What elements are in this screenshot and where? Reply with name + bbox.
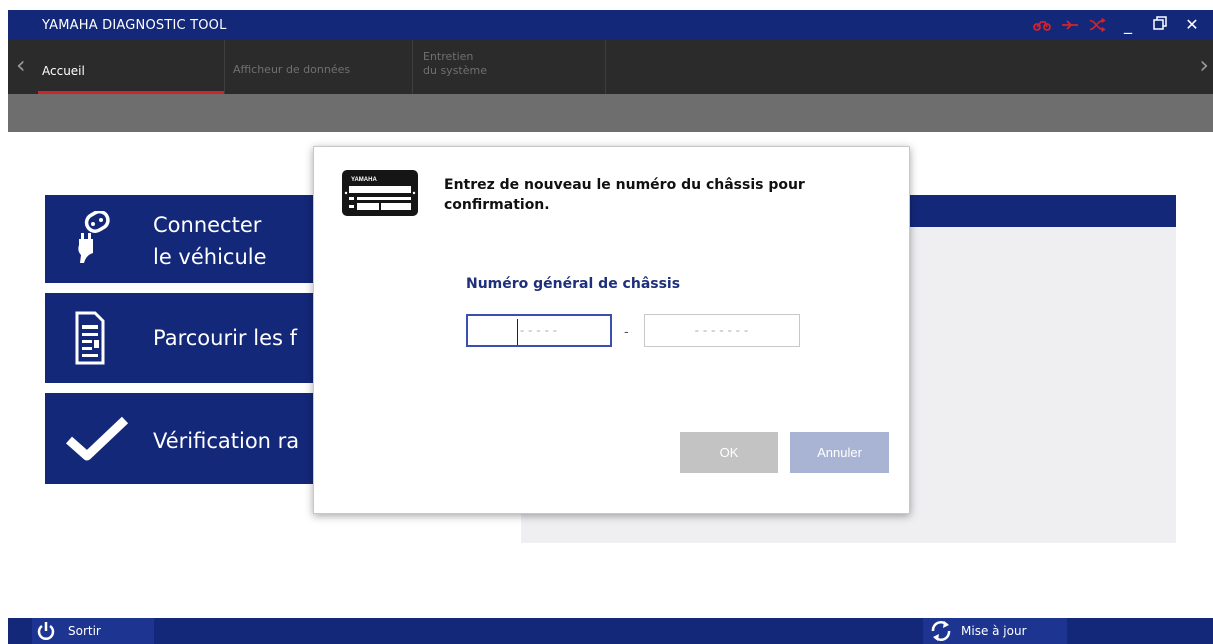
tab-afficheur[interactable]: Afficheur de données bbox=[225, 40, 413, 94]
plug-icon bbox=[73, 209, 113, 273]
chassis-prefix-input[interactable] bbox=[466, 314, 612, 347]
ok-button[interactable]: OK bbox=[680, 432, 778, 473]
checkmark-icon bbox=[65, 416, 129, 466]
nav-left-arrow-icon[interactable]: ‹ bbox=[16, 52, 26, 78]
verify-label: Vérification ra bbox=[153, 429, 300, 453]
chassis-field-label: Numéro général de châssis bbox=[466, 276, 681, 292]
nav-bar: ‹ Accueil Afficheur de données Entretien… bbox=[8, 40, 1213, 94]
tab-label-line2: du système bbox=[423, 64, 487, 77]
refresh-icon bbox=[929, 620, 953, 642]
cancel-button[interactable]: Annuler bbox=[790, 432, 889, 473]
update-label: Mise à jour bbox=[961, 624, 1027, 638]
chassis-confirmation-dialog: YAMAHA Entrez de nouveau le numéro du ch… bbox=[313, 146, 910, 514]
tab-entretien[interactable]: Entretien du système bbox=[413, 40, 606, 94]
plate-logo-text: YAMAHA bbox=[351, 177, 377, 183]
exit-button[interactable]: Sortir bbox=[32, 618, 154, 644]
nav-right-arrow-icon[interactable]: › bbox=[1199, 52, 1209, 78]
connect-label-line1: Connecter bbox=[153, 213, 262, 237]
dialog-message-line2: confirmation. bbox=[444, 197, 550, 213]
tab-label: Accueil bbox=[42, 64, 85, 78]
update-button[interactable]: Mise à jour bbox=[923, 618, 1067, 644]
quick-check-button[interactable]: Vérification ra bbox=[45, 393, 315, 484]
dialog-message-line1: Entrez de nouveau le numéro du châssis p… bbox=[444, 177, 805, 193]
tab-label-line1: Entretien bbox=[423, 50, 474, 63]
power-icon bbox=[36, 621, 56, 641]
disconnect-icon bbox=[1089, 17, 1107, 33]
title-bar: YAMAHA DIAGNOSTIC TOOL _ ✕ bbox=[8, 10, 1213, 40]
browse-label: Parcourir les f bbox=[153, 326, 298, 350]
dialog-message: Entrez de nouveau le numéro du châssis p… bbox=[444, 175, 864, 215]
tab-accueil[interactable]: Accueil bbox=[38, 40, 225, 94]
tab-label: Afficheur de données bbox=[233, 63, 351, 76]
close-button[interactable]: ✕ bbox=[1181, 16, 1203, 33]
window-title: YAMAHA DIAGNOSTIC TOOL bbox=[42, 18, 227, 33]
exit-label: Sortir bbox=[68, 624, 101, 638]
chassis-plate-icon: YAMAHA bbox=[341, 169, 419, 217]
text-caret bbox=[517, 319, 518, 345]
sub-toolbar bbox=[8, 94, 1213, 132]
chassis-number-input[interactable] bbox=[644, 314, 800, 347]
status-bar: Sortir Mise à jour bbox=[8, 618, 1213, 644]
restore-button[interactable] bbox=[1149, 16, 1171, 33]
document-icon bbox=[75, 311, 105, 369]
title-bar-icons: _ ✕ bbox=[1033, 16, 1203, 33]
connect-vehicle-button[interactable]: Connecter le véhicule bbox=[45, 195, 315, 283]
restore-icon bbox=[1153, 16, 1167, 30]
connector-icon bbox=[1061, 17, 1079, 33]
minimize-button[interactable]: _ bbox=[1117, 16, 1139, 33]
motorcycle-icon bbox=[1033, 17, 1051, 33]
browse-files-button[interactable]: Parcourir les f bbox=[45, 293, 315, 383]
connect-label-line2: le véhicule bbox=[153, 245, 267, 269]
chassis-separator: - bbox=[624, 325, 629, 340]
